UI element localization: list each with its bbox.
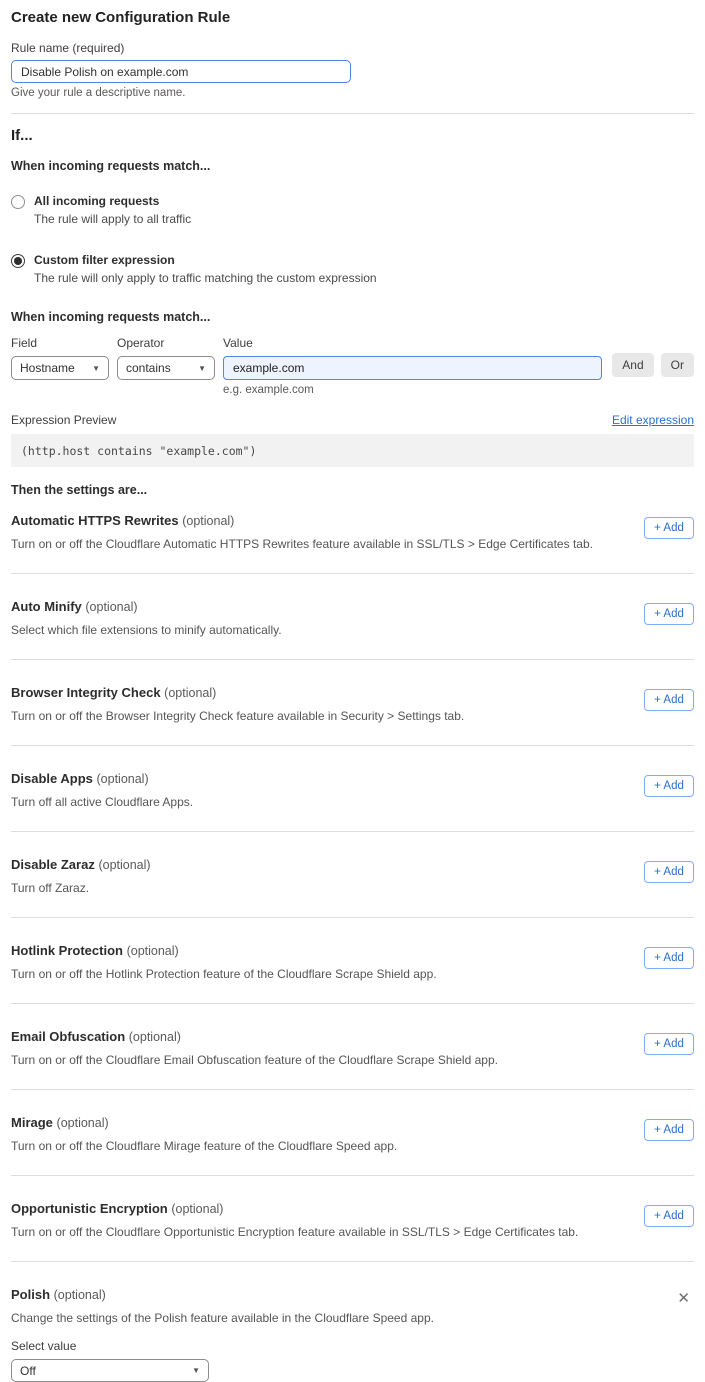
polish-value-select[interactable]: Off ▼ — [11, 1359, 209, 1382]
setting-name: Disable Apps (optional) — [11, 771, 193, 786]
add-button[interactable]: + Add — [644, 1033, 694, 1055]
chevron-down-icon: ▼ — [198, 364, 206, 373]
chevron-down-icon: ▼ — [92, 364, 100, 373]
radio-label: All incoming requests — [34, 194, 191, 208]
setting-name: Automatic HTTPS Rewrites (optional) — [11, 513, 593, 528]
close-icon[interactable]: ✕ — [673, 1289, 694, 1308]
add-button[interactable]: + Add — [644, 689, 694, 711]
setting-row-email-obfuscation: Email Obfuscation (optional) Turn on or … — [11, 1004, 694, 1090]
setting-row-automatic-https-rewrites: Automatic HTTPS Rewrites (optional) Turn… — [11, 497, 694, 574]
setting-row-auto-minify: Auto Minify (optional) Select which file… — [11, 574, 694, 660]
setting-row-opportunistic-encryption: Opportunistic Encryption (optional) Turn… — [11, 1176, 694, 1262]
add-button[interactable]: + Add — [644, 1205, 694, 1227]
setting-row-hotlink-protection: Hotlink Protection (optional) Turn on or… — [11, 918, 694, 1004]
setting-name: Hotlink Protection (optional) — [11, 943, 437, 958]
if-heading: If... — [11, 127, 694, 144]
page-title: Create new Configuration Rule — [11, 9, 694, 26]
radio-description: The rule will apply to all traffic — [34, 212, 191, 226]
setting-description: Turn on or off the Cloudflare Opportunis… — [11, 1225, 578, 1239]
expression-builder: Field Hostname ▼ Operator contains ▼ Val… — [11, 336, 694, 396]
section-divider — [11, 113, 694, 114]
field-select-value: Hostname — [20, 361, 75, 375]
chevron-down-icon: ▼ — [192, 1366, 200, 1375]
expression-preview-code: (http.host contains "example.com") — [11, 434, 694, 467]
setting-row-browser-integrity-check: Browser Integrity Check (optional) Turn … — [11, 660, 694, 746]
create-configuration-rule-page: Create new Configuration Rule Rule name … — [0, 0, 705, 1382]
expression-preview-label: Expression Preview — [11, 413, 116, 427]
field-label: Field — [11, 336, 109, 350]
setting-description: Turn on or off the Browser Integrity Che… — [11, 709, 464, 723]
then-settings-heading: Then the settings are... — [11, 483, 694, 497]
expression-preview-row: Expression Preview Edit expression — [11, 413, 694, 427]
incoming-requests-match-heading: When incoming requests match... — [11, 159, 694, 173]
setting-name: Disable Zaraz (optional) — [11, 857, 151, 872]
polish-select-value: Off — [20, 1364, 36, 1378]
value-input[interactable] — [223, 356, 602, 380]
setting-name: Mirage (optional) — [11, 1115, 397, 1130]
operator-select[interactable]: contains ▼ — [117, 356, 215, 380]
setting-description: Turn on or off the Cloudflare Mirage fea… — [11, 1139, 397, 1153]
rule-name-input[interactable] — [11, 60, 351, 83]
radio-button-selected[interactable] — [11, 254, 25, 268]
setting-name: Browser Integrity Check (optional) — [11, 685, 464, 700]
setting-row-polish: Polish (optional) Change the settings of… — [11, 1262, 694, 1382]
radio-label: Custom filter expression — [34, 253, 377, 267]
setting-name: Opportunistic Encryption (optional) — [11, 1201, 578, 1216]
add-button[interactable]: + Add — [644, 1119, 694, 1141]
add-button[interactable]: + Add — [644, 775, 694, 797]
edit-expression-link[interactable]: Edit expression — [612, 413, 694, 427]
operator-label: Operator — [117, 336, 215, 350]
value-label: Value — [223, 336, 602, 350]
field-select[interactable]: Hostname ▼ — [11, 356, 109, 380]
add-button[interactable]: + Add — [644, 947, 694, 969]
rule-name-helper: Give your rule a descriptive name. — [11, 87, 694, 99]
setting-description: Turn off Zaraz. — [11, 881, 151, 895]
setting-name: Email Obfuscation (optional) — [11, 1029, 498, 1044]
setting-row-disable-apps: Disable Apps (optional) Turn off all act… — [11, 746, 694, 832]
setting-description: Turn on or off the Cloudflare Email Obfu… — [11, 1053, 498, 1067]
radio-button-unselected[interactable] — [11, 195, 25, 209]
operator-select-value: contains — [126, 361, 171, 375]
match-type-radio-group: All incoming requests The rule will appl… — [11, 194, 694, 285]
setting-description: Select which file extensions to minify a… — [11, 623, 282, 637]
or-button[interactable]: Or — [661, 353, 694, 377]
setting-description: Turn off all active Cloudflare Apps. — [11, 795, 193, 809]
setting-name: Auto Minify (optional) — [11, 599, 282, 614]
setting-description: Turn on or off the Hotlink Protection fe… — [11, 967, 437, 981]
expression-builder-heading: When incoming requests match... — [11, 310, 694, 324]
add-button[interactable]: + Add — [644, 861, 694, 883]
value-helper: e.g. example.com — [223, 384, 602, 396]
setting-name: Polish (optional) — [11, 1287, 434, 1302]
setting-description: Change the settings of the Polish featur… — [11, 1311, 434, 1325]
rule-name-label: Rule name (required) — [11, 41, 694, 55]
select-value-label: Select value — [11, 1339, 434, 1353]
radio-all-incoming-requests[interactable]: All incoming requests The rule will appl… — [11, 194, 694, 226]
add-button[interactable]: + Add — [644, 517, 694, 539]
radio-custom-filter-expression[interactable]: Custom filter expression The rule will o… — [11, 253, 694, 285]
setting-description: Turn on or off the Cloudflare Automatic … — [11, 537, 593, 551]
radio-description: The rule will only apply to traffic matc… — [34, 271, 377, 285]
setting-row-disable-zaraz: Disable Zaraz (optional) Turn off Zaraz.… — [11, 832, 694, 918]
and-button[interactable]: And — [612, 353, 653, 377]
add-button[interactable]: + Add — [644, 603, 694, 625]
setting-row-mirage: Mirage (optional) Turn on or off the Clo… — [11, 1090, 694, 1176]
